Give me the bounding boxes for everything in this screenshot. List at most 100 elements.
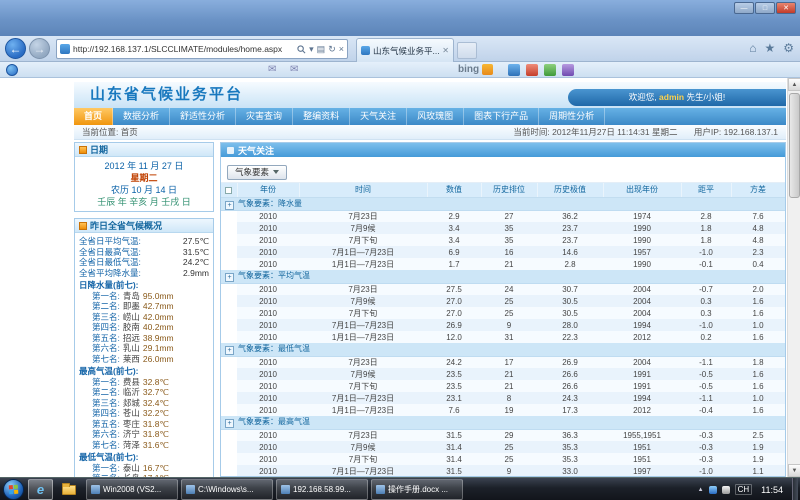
site-favicon [60, 44, 70, 54]
nav-item-3[interactable]: 灾害查询 [236, 108, 293, 125]
bing-logo-icon [482, 64, 493, 75]
refresh-icon[interactable]: ↻ [328, 44, 336, 54]
nav-item-6[interactable]: 风玫瑰图 [407, 108, 464, 125]
table-cell: 2010 [237, 356, 299, 368]
tab-close-icon[interactable]: ✕ [442, 46, 449, 55]
table-cell: 7月23日 [299, 283, 427, 295]
table-row[interactable]: 20107月23日27.52430.72004-0.72.0 [221, 283, 785, 295]
window-close-button[interactable]: ✕ [776, 2, 796, 14]
browser-command-bar: ✉ ✉ bing [0, 62, 800, 78]
taskbar-button-2[interactable]: 192.168.58.99... [276, 479, 368, 500]
table-row[interactable]: 20107月9候27.02530.520040.31.6 [221, 295, 785, 307]
start-button[interactable] [3, 479, 24, 500]
select-all-checkbox[interactable] [225, 187, 232, 194]
nav-item-7[interactable]: 图表下行产品 [464, 108, 539, 125]
table-cell: 1955,1951 [603, 429, 681, 441]
mail-icon-2[interactable]: ✉ [290, 64, 298, 76]
table-row[interactable]: 20101月1日—7月23日1.7212.81990-0.10.4 [221, 258, 785, 270]
taskbar-button-1[interactable]: C:\Windows\s... [181, 479, 273, 500]
climate-group-title-2: 最低气温(前七): [79, 452, 209, 463]
show-desktop-button[interactable] [792, 478, 798, 500]
table-row[interactable]: 20107月下旬23.52126.61991-0.51.6 [221, 380, 785, 392]
column-header: 方差 [731, 183, 785, 197]
table-row[interactable]: 20107月9候23.52126.61991-0.51.6 [221, 368, 785, 380]
table-cell: 7.6 [731, 210, 785, 222]
table-row[interactable]: 20107月下旬3.43523.719901.84.8 [221, 234, 785, 246]
table-cell: 2010 [237, 258, 299, 270]
table-row[interactable]: 20107月9候31.42535.31951-0.31.9 [221, 441, 785, 453]
toolbar-app-icon-3[interactable] [544, 64, 556, 76]
address-bar[interactable]: http://192.168.137.1/SLCCLIMATE/modules/… [56, 39, 348, 59]
stop-icon[interactable]: × [339, 44, 344, 54]
mail-icon[interactable]: ✉ [268, 64, 276, 76]
scroll-up-arrow[interactable]: ▲ [788, 78, 800, 91]
table-cell: 2010 [237, 319, 299, 331]
table-header-row: 年份时间数值历史排位历史极值出现年份距平方差 [221, 183, 785, 197]
expand-icon[interactable]: + [225, 201, 234, 210]
favorites-star-icon[interactable]: ★ [764, 41, 775, 55]
dropdown-caret-icon [273, 170, 279, 174]
table-row[interactable]: 20107月9候3.43523.719901.84.8 [221, 222, 785, 234]
table-row[interactable]: 20101月1日—7月23日12.03122.320120.21.6 [221, 331, 785, 343]
expand-icon[interactable]: + [225, 419, 234, 428]
network-icon[interactable] [709, 486, 717, 494]
url-text[interactable]: http://192.168.137.1/SLCCLIMATE/modules/… [73, 44, 294, 54]
expand-icon[interactable]: + [225, 273, 234, 282]
toolbar-app-icon-2[interactable] [526, 64, 538, 76]
table-row[interactable]: 20107月1日—7月23日26.9928.01994-1.01.0 [221, 319, 785, 331]
language-indicator[interactable]: CH [735, 484, 753, 495]
expand-icon[interactable]: + [225, 346, 234, 355]
nav-item-2[interactable]: 舒适性分析 [170, 108, 236, 125]
section-row-3[interactable]: +气象要素：最高气温 [221, 416, 785, 429]
nav-item-8[interactable]: 周期性分析 [539, 108, 605, 125]
volume-icon[interactable] [722, 486, 730, 494]
back-button[interactable]: ← [5, 38, 26, 59]
section-row-2[interactable]: +气象要素：最低气温 [221, 343, 785, 356]
nav-item-1[interactable]: 数据分析 [113, 108, 170, 125]
climate-rank-row: 第一名:泰山16.7℃ [79, 463, 209, 474]
element-filter-button[interactable]: 气象要素 [227, 165, 287, 180]
vertical-scrollbar[interactable]: ▲ ▼ [787, 78, 800, 477]
table-row[interactable]: 20107月23日2.92736.219742.87.6 [221, 210, 785, 222]
bing-toolbar[interactable]: bing [458, 64, 493, 75]
table-row[interactable]: 20101月1日—7月23日7.61917.32012-0.41.6 [221, 404, 785, 416]
search-dropdown-icon[interactable]: ▾ [309, 44, 314, 54]
tray-expand-icon[interactable]: ▲ [698, 487, 704, 493]
home-icon[interactable]: ⌂ [749, 41, 756, 55]
compatibility-icon[interactable]: ▤ [317, 44, 326, 54]
forward-button[interactable]: → [29, 38, 50, 59]
table-cell: 21 [481, 368, 537, 380]
tools-gear-icon[interactable]: ⚙ [783, 41, 794, 55]
taskbar-button-0[interactable]: Win2008 (VS2... [86, 479, 178, 500]
taskbar-clock[interactable]: 11:54 [757, 485, 787, 495]
table-cell: 2.3 [731, 246, 785, 258]
site-button-icon[interactable] [6, 64, 18, 76]
page-header-band: 山东省气候业务平台 欢迎您, admin 先生/小姐! [74, 82, 786, 108]
table-row[interactable]: 20107月下旬27.02530.520040.31.6 [221, 307, 785, 319]
toolbar-app-icon-4[interactable] [562, 64, 574, 76]
toolbar-app-icon-1[interactable] [508, 64, 520, 76]
welcome-username: admin [659, 92, 684, 102]
new-tab-button[interactable] [457, 42, 477, 59]
table-row[interactable]: 20107月23日24.21726.92004-1.11.8 [221, 356, 785, 368]
table-row[interactable]: 20107月1日—7月23日6.91614.61957-1.02.3 [221, 246, 785, 258]
nav-item-5[interactable]: 天气关注 [350, 108, 407, 125]
search-icon[interactable] [297, 45, 306, 54]
nav-item-0[interactable]: 首页 [74, 108, 113, 125]
section-row-0[interactable]: +气象要素：降水量 [221, 197, 785, 210]
window-maximize-button[interactable]: □ [755, 2, 775, 14]
nav-item-4[interactable]: 整编资料 [293, 108, 350, 125]
browser-tab[interactable]: 山东气候业务平... ✕ [356, 38, 454, 62]
taskbar-ie-icon[interactable]: e [28, 479, 53, 500]
table-row[interactable]: 20107月1日—7月23日23.1824.31994-1.11.0 [221, 392, 785, 404]
table-row[interactable]: 20107月23日31.52936.31955,1951-0.32.5 [221, 429, 785, 441]
section-row-1[interactable]: +气象要素：平均气温 [221, 270, 785, 283]
taskbar-explorer-icon[interactable] [56, 479, 81, 500]
scrollbar-thumb[interactable] [789, 93, 800, 198]
taskbar-button-3[interactable]: 操作手册.docx ... [371, 479, 463, 500]
table-row[interactable]: 20107月1日—7月23日31.5933.01997-1.01.1 [221, 465, 785, 477]
table-cell: -0.5 [681, 368, 731, 380]
scroll-down-arrow[interactable]: ▼ [788, 464, 800, 477]
table-row[interactable]: 20107月下旬31.42535.31951-0.31.9 [221, 453, 785, 465]
window-minimize-button[interactable]: — [734, 2, 754, 14]
